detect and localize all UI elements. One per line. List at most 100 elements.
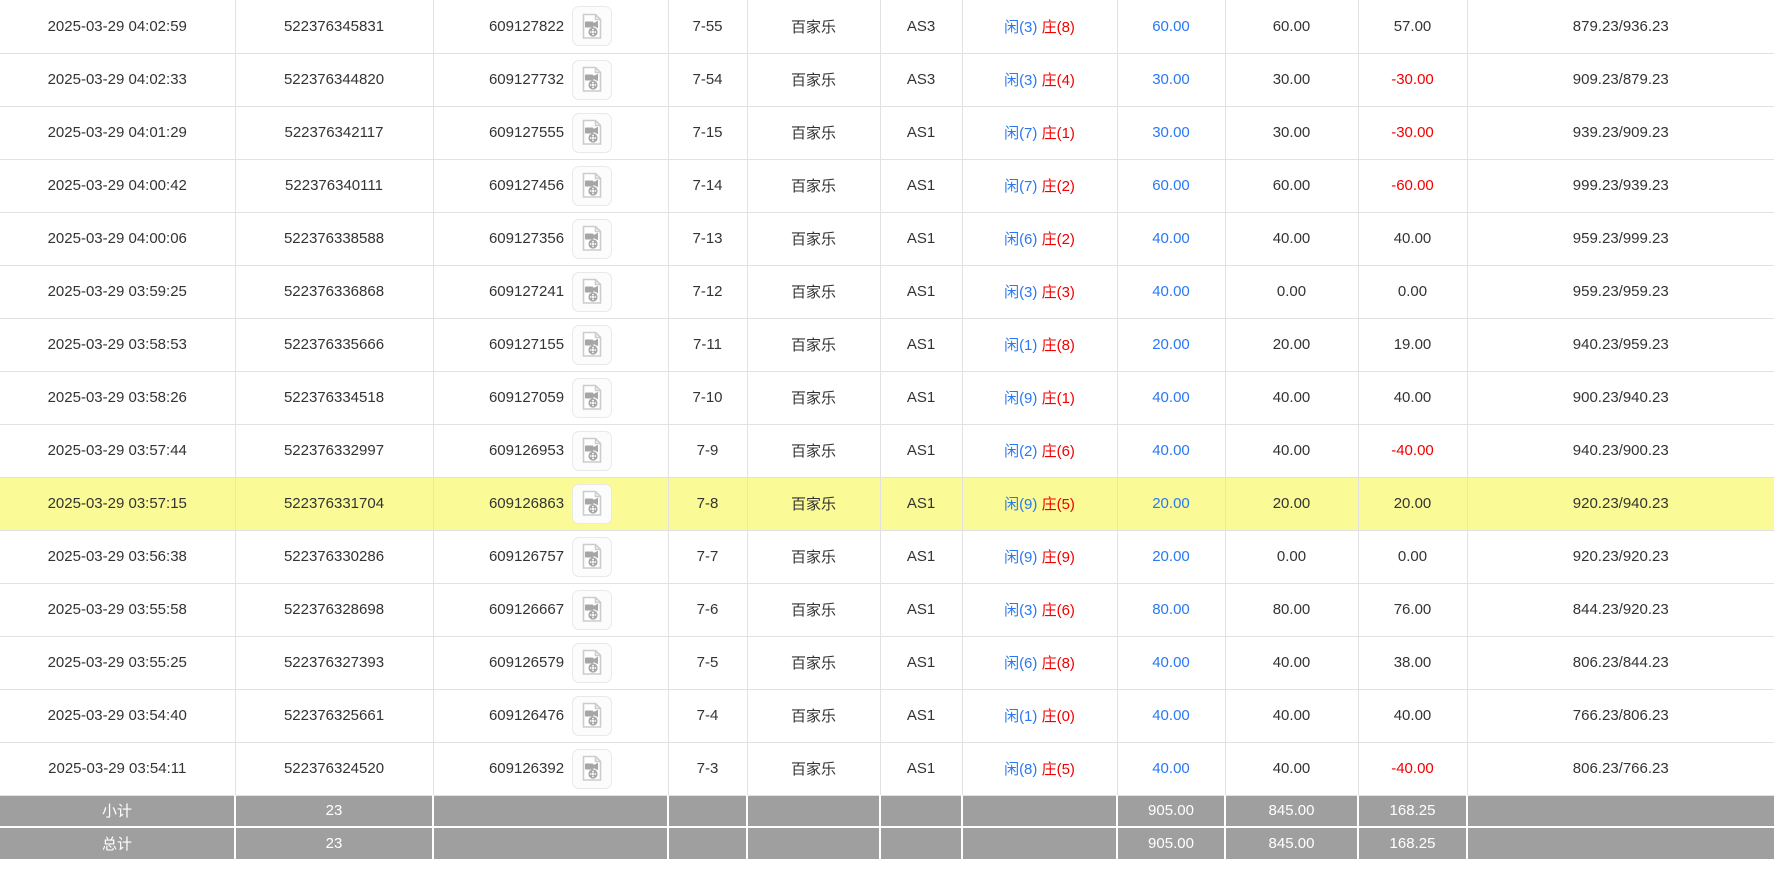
history-row[interactable]: 2025-03-29 03:55:25 522376327393 6091265… bbox=[0, 636, 1774, 690]
table-name: AS1 bbox=[906, 177, 936, 194]
bet-amount[interactable]: 60.00 bbox=[1152, 18, 1190, 35]
bet-time: 2025-03-29 03:59:25 bbox=[47, 283, 187, 300]
document-video-icon bbox=[582, 702, 602, 728]
round-id: 609126757 bbox=[488, 548, 565, 565]
bet-amount[interactable]: 40.00 bbox=[1152, 760, 1190, 777]
cell-bet-time: 2025-03-29 04:01:29 bbox=[0, 106, 236, 160]
video-replay-button[interactable] bbox=[572, 59, 613, 100]
bet-amount[interactable]: 40.00 bbox=[1152, 707, 1190, 724]
video-replay-button[interactable] bbox=[572, 324, 613, 365]
cell-table-name: AS1 bbox=[880, 689, 963, 743]
history-row[interactable]: 2025-03-29 03:58:26 522376334518 6091270… bbox=[0, 371, 1774, 425]
cell-valid-amount: 40.00 bbox=[1225, 689, 1359, 743]
bet-amount[interactable]: 40.00 bbox=[1152, 654, 1190, 671]
history-row[interactable]: 2025-03-29 04:00:42 522376340111 6091274… bbox=[0, 159, 1774, 213]
history-row[interactable]: 2025-03-29 04:00:06 522376338588 6091273… bbox=[0, 212, 1774, 266]
history-row[interactable]: 2025-03-29 03:58:53 522376335666 6091271… bbox=[0, 318, 1774, 372]
bet-amount[interactable]: 20.00 bbox=[1152, 336, 1190, 353]
game-type: 百家乐 bbox=[790, 284, 836, 301]
video-replay-button[interactable] bbox=[572, 271, 613, 312]
video-replay-button[interactable] bbox=[572, 218, 613, 259]
cell-bet-time: 2025-03-29 03:57:15 bbox=[0, 477, 236, 531]
video-replay-button[interactable] bbox=[572, 695, 613, 736]
round-id: 609127555 bbox=[488, 124, 565, 141]
history-row[interactable]: 2025-03-29 03:59:25 522376336868 6091272… bbox=[0, 265, 1774, 319]
history-row[interactable]: 2025-03-29 03:54:40 522376325661 6091264… bbox=[0, 689, 1774, 743]
bet-amount[interactable]: 40.00 bbox=[1152, 283, 1190, 300]
game-type: 百家乐 bbox=[790, 72, 836, 89]
player-result: 闲(7) bbox=[1004, 125, 1038, 142]
shoe-round: 7-54 bbox=[692, 71, 723, 88]
cell-table-name: AS1 bbox=[880, 742, 963, 796]
cell-game-result: 闲(9) 庄(9) bbox=[962, 530, 1118, 584]
bet-amount[interactable]: 40.00 bbox=[1152, 389, 1190, 406]
cell-table-name: AS1 bbox=[880, 106, 963, 160]
cell-shoe-round: 7-5 bbox=[668, 636, 748, 690]
bet-amount[interactable]: 40.00 bbox=[1152, 230, 1190, 247]
video-replay-button[interactable] bbox=[572, 377, 613, 418]
balance-after-before: 806.23/844.23 bbox=[1572, 654, 1669, 671]
cell-bet-amount: 40.00 bbox=[1117, 424, 1226, 478]
cell-bet-id: 522376344820 bbox=[235, 53, 434, 107]
document-video-icon bbox=[582, 755, 602, 781]
table-name: AS1 bbox=[906, 283, 936, 300]
cell-bet-amount: 60.00 bbox=[1117, 159, 1226, 213]
bet-amount[interactable]: 20.00 bbox=[1152, 548, 1190, 565]
video-replay-button[interactable] bbox=[572, 6, 613, 47]
bet-time: 2025-03-29 03:58:26 bbox=[47, 389, 187, 406]
bet-amount[interactable]: 40.00 bbox=[1152, 442, 1190, 459]
bet-amount[interactable]: 20.00 bbox=[1152, 495, 1190, 512]
history-row[interactable]: 2025-03-29 03:55:58 522376328698 6091266… bbox=[0, 583, 1774, 637]
shoe-round: 7-55 bbox=[692, 17, 723, 35]
bet-amount[interactable]: 30.00 bbox=[1152, 71, 1190, 88]
cell-round-id: 609127241 bbox=[433, 265, 669, 319]
video-replay-button[interactable] bbox=[572, 165, 613, 206]
document-video-icon bbox=[582, 331, 602, 357]
history-row[interactable]: 2025-03-29 03:56:38 522376330286 6091267… bbox=[0, 530, 1774, 584]
history-row[interactable]: 2025-03-29 03:54:11 522376324520 6091263… bbox=[0, 742, 1774, 796]
video-replay-button[interactable] bbox=[572, 483, 613, 524]
video-replay-button[interactable] bbox=[572, 112, 613, 153]
document-video-icon bbox=[582, 225, 602, 251]
video-replay-button[interactable] bbox=[572, 642, 613, 683]
player-result: 闲(3) bbox=[1004, 602, 1038, 619]
valid-amount: 20.00 bbox=[1272, 336, 1311, 353]
history-row[interactable]: 2025-03-29 03:57:44 522376332997 6091269… bbox=[0, 424, 1774, 478]
document-video-icon bbox=[582, 172, 602, 198]
banker-result: 庄(0) bbox=[1041, 708, 1075, 725]
balance-after-before: 940.23/959.23 bbox=[1572, 336, 1669, 353]
history-row[interactable]: 2025-03-29 04:02:33 522376344820 6091277… bbox=[0, 53, 1774, 107]
video-replay-button[interactable] bbox=[572, 748, 613, 789]
history-row[interactable]: 2025-03-29 04:01:29 522376342117 6091275… bbox=[0, 106, 1774, 160]
table-name: AS3 bbox=[906, 71, 936, 88]
video-replay-button[interactable] bbox=[572, 589, 613, 630]
cell-round-id: 609126579 bbox=[433, 636, 669, 690]
subtotal-valid-total: 845.00 bbox=[1225, 795, 1359, 828]
balance-after-before: 940.23/900.23 bbox=[1572, 442, 1669, 459]
bet-amount[interactable]: 60.00 bbox=[1152, 177, 1190, 194]
bet-amount[interactable]: 30.00 bbox=[1152, 124, 1190, 141]
cell-game-result: 闲(8) 庄(5) bbox=[962, 742, 1118, 796]
cell-balance: 879.23/936.23 bbox=[1467, 0, 1774, 54]
cell-game-result: 闲(7) 庄(2) bbox=[962, 159, 1118, 213]
bet-amount[interactable]: 80.00 bbox=[1152, 601, 1190, 618]
video-replay-button[interactable] bbox=[572, 536, 613, 577]
document-video-icon bbox=[582, 543, 602, 569]
history-row-selected[interactable]: 2025-03-29 03:57:15 522376331704 6091268… bbox=[0, 477, 1774, 531]
shoe-round: 7-13 bbox=[692, 230, 723, 247]
cell-valid-amount: 30.00 bbox=[1225, 53, 1359, 107]
shoe-round: 7-11 bbox=[693, 336, 722, 353]
cell-game-type: 百家乐 bbox=[747, 318, 881, 372]
cell-game-result: 闲(9) 庄(1) bbox=[962, 371, 1118, 425]
cell-bet-id: 522376324520 bbox=[235, 742, 434, 796]
cell-shoe-round: 7-3 bbox=[668, 742, 748, 796]
video-replay-button[interactable] bbox=[572, 430, 613, 471]
bet-time: 2025-03-29 03:56:38 bbox=[47, 548, 187, 565]
bet-id: 522376338588 bbox=[283, 230, 385, 247]
valid-amount: 30.00 bbox=[1272, 124, 1311, 141]
player-result: 闲(9) bbox=[1004, 390, 1038, 407]
history-row[interactable]: 2025-03-29 04:02:59 522376345831 6091278… bbox=[0, 0, 1774, 54]
subtotal-count: 23 bbox=[235, 795, 434, 828]
subtotal-winloss-total: 168.25 bbox=[1358, 795, 1468, 828]
round-id: 609127241 bbox=[488, 283, 565, 300]
